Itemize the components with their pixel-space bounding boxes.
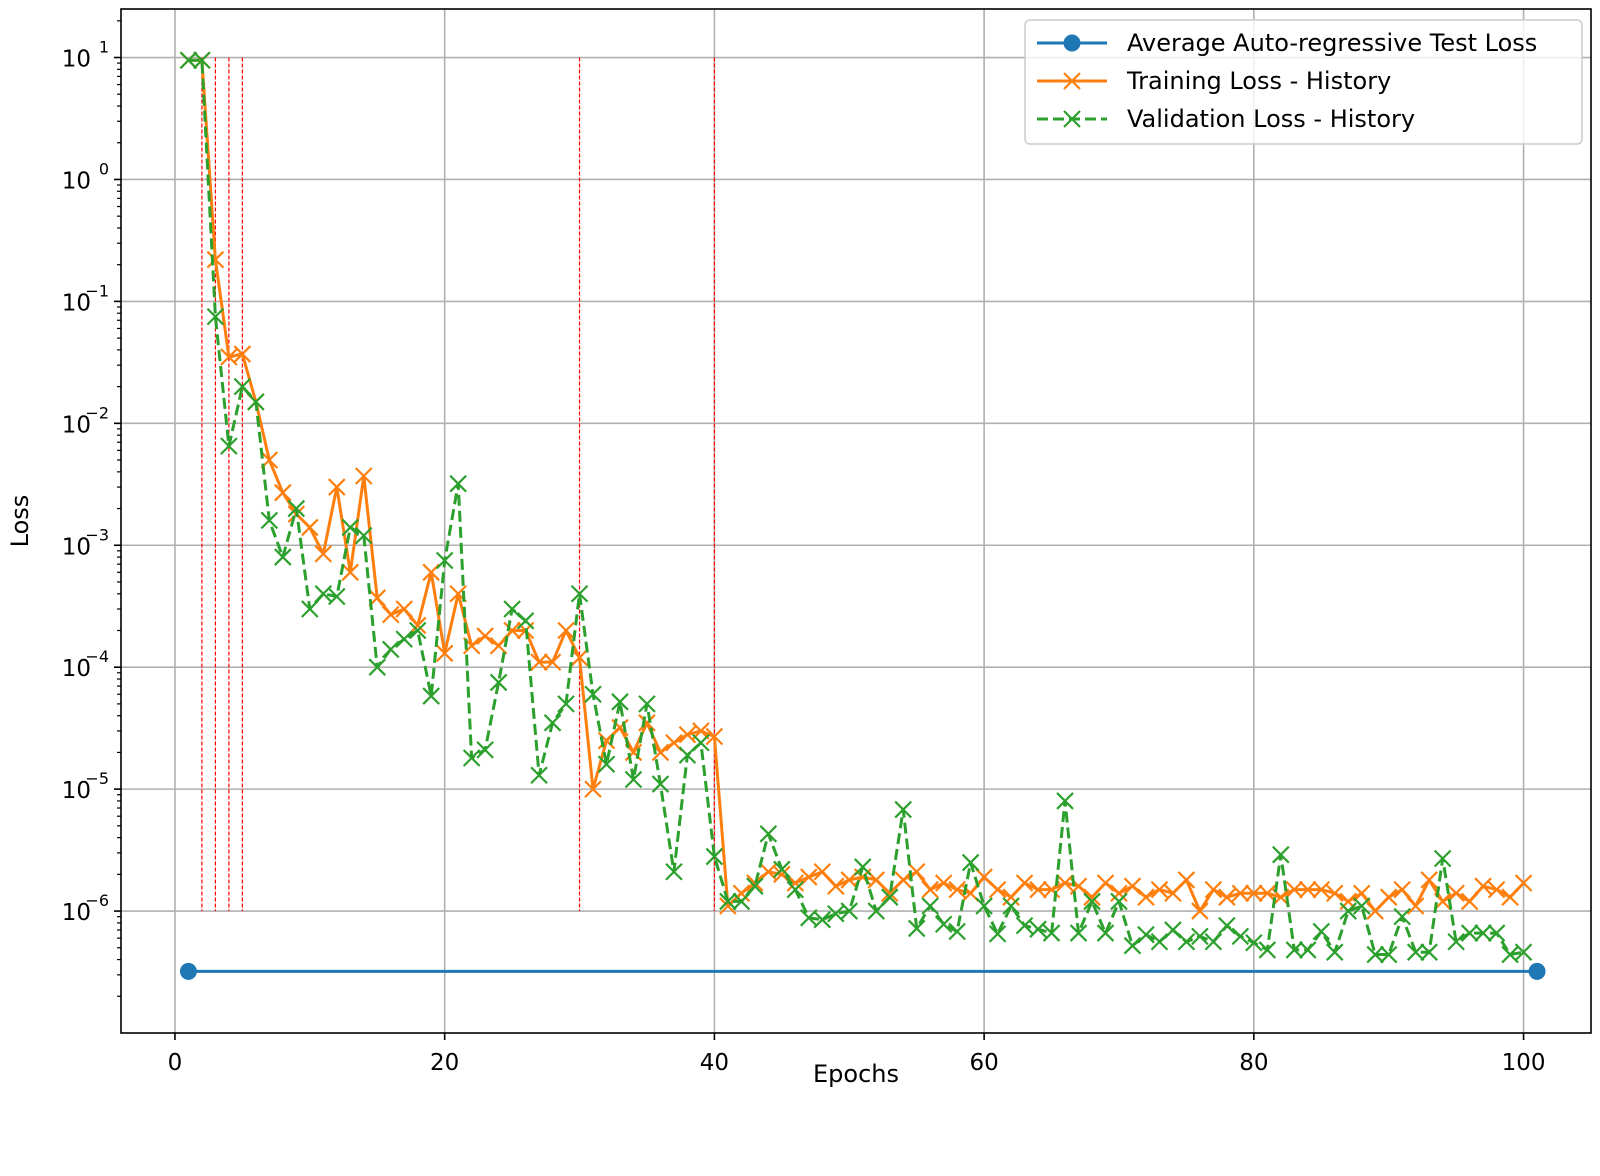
legend: Average Auto-regressive Test Loss Trainin… <box>1024 19 1583 145</box>
legend-label: Training Loss - History <box>1126 67 1391 95</box>
y-tick-exponent: −1 <box>85 281 109 300</box>
loss-chart: 0 20 40 60 80 100 10 110 010−110−210−310−410−51… <box>0 0 1600 1176</box>
y-tick-exponent: 0 <box>99 159 109 178</box>
x-tick-label: 100 <box>1502 1050 1546 1076</box>
data-point <box>179 962 197 980</box>
y-tick-exponent: 1 <box>99 38 109 57</box>
chart-background <box>0 0 1600 1176</box>
y-axis-title: Loss <box>6 495 34 548</box>
y-tick-exponent: −6 <box>85 891 109 910</box>
y-tick-label: 10 <box>62 168 91 194</box>
x-tick-label: 60 <box>969 1050 998 1076</box>
x-axis-title: Epochs <box>813 1060 899 1088</box>
x-tick-label: 20 <box>430 1050 459 1076</box>
x-tick-label: 40 <box>700 1050 729 1076</box>
legend-label: Validation Loss - History <box>1127 105 1415 133</box>
legend-label: Average Auto-regressive Test Loss <box>1127 29 1537 57</box>
data-point <box>1528 962 1546 980</box>
y-tick-exponent: −5 <box>85 769 109 788</box>
x-tick-label: 0 <box>168 1050 183 1076</box>
y-tick-exponent: −2 <box>85 403 109 422</box>
y-tick-label: 10 <box>62 47 91 73</box>
y-tick-exponent: −3 <box>85 525 109 544</box>
y-tick-exponent: −4 <box>85 647 109 666</box>
x-tick-label: 80 <box>1239 1050 1268 1076</box>
data-point <box>1063 34 1081 52</box>
